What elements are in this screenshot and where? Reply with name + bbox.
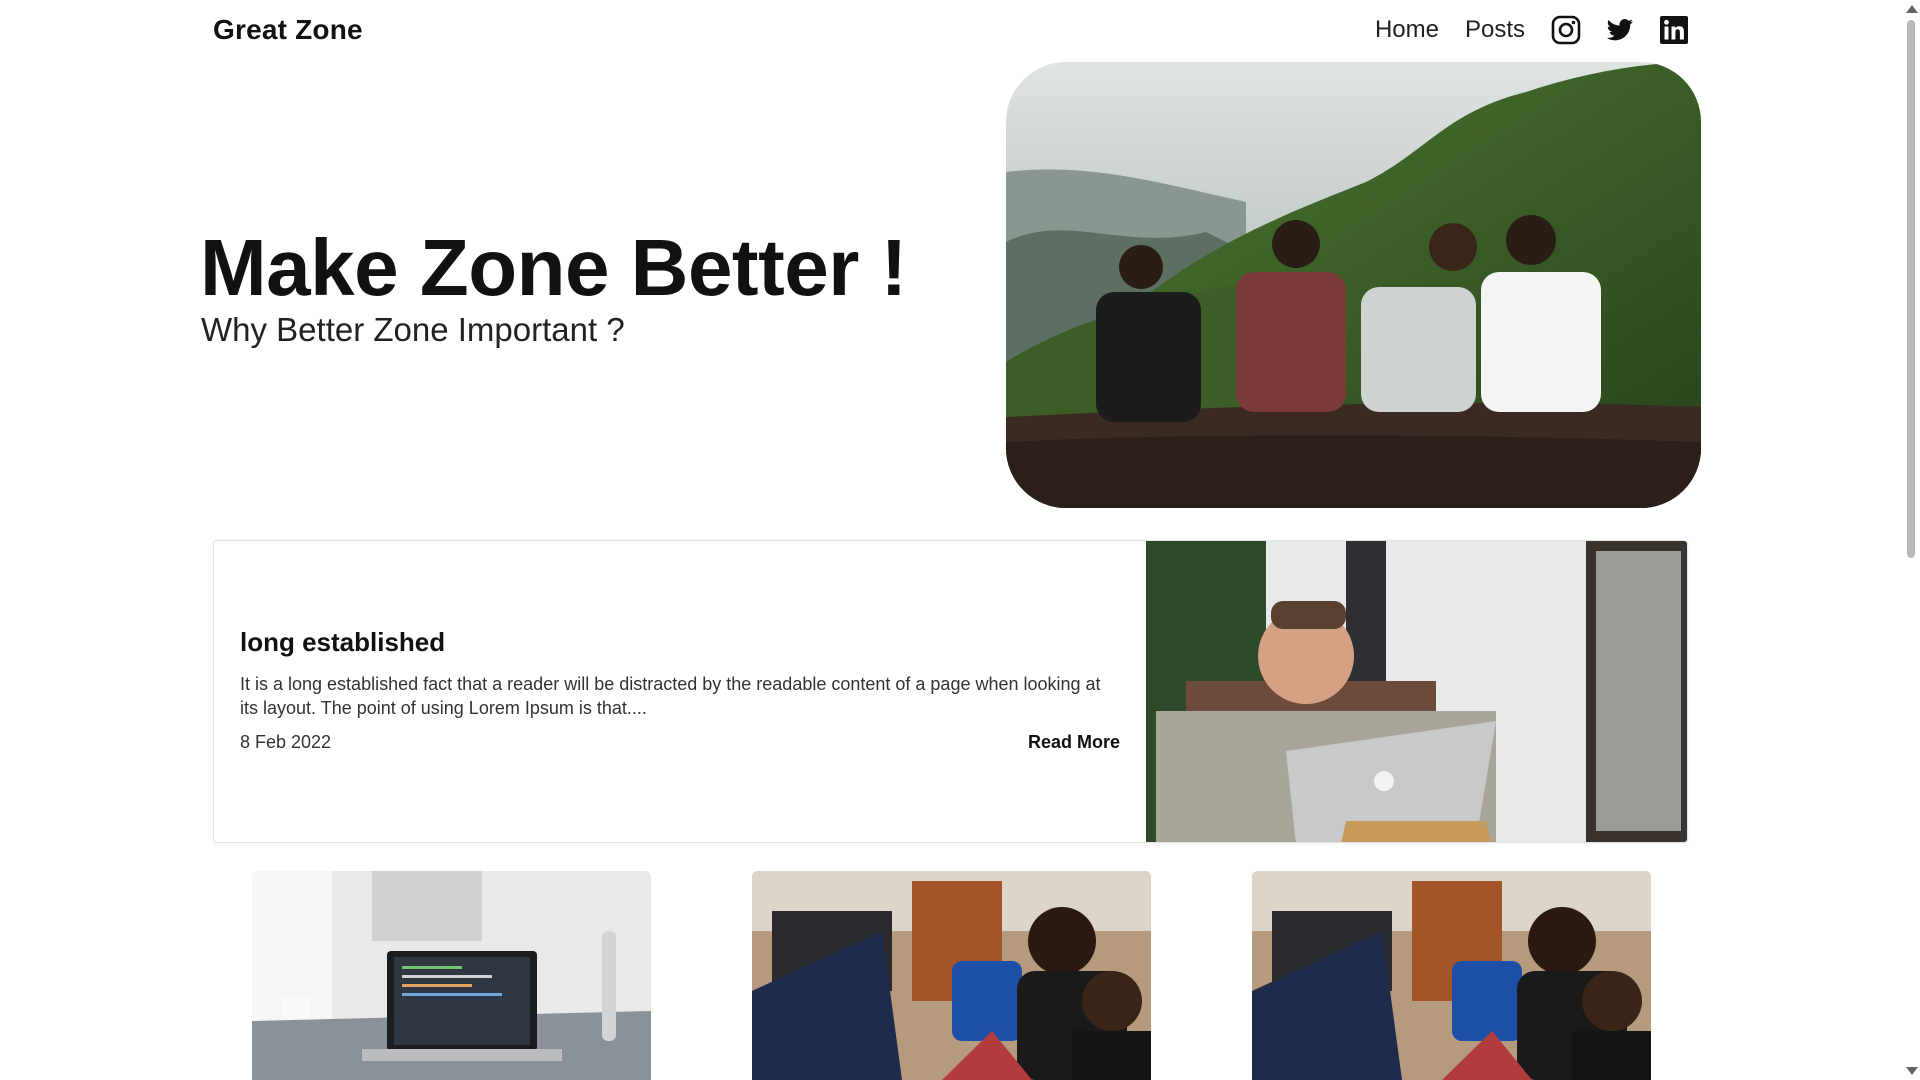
featured-post-image <box>1146 541 1687 842</box>
scrollbar-thumb[interactable] <box>1907 20 1915 558</box>
featured-post-card[interactable]: long established It is a long establishe… <box>213 540 1688 843</box>
post-card-image[interactable] <box>752 871 1151 1080</box>
nav-home-link[interactable]: Home <box>1375 10 1439 50</box>
brand-logo[interactable]: Great Zone <box>213 14 363 46</box>
featured-post-excerpt: It is a long established fact that a rea… <box>240 674 1101 718</box>
instagram-icon[interactable] <box>1551 15 1581 45</box>
hero-subtitle: Why Better Zone Important ? <box>201 311 625 348</box>
post-card-image[interactable] <box>252 871 651 1080</box>
featured-post-date: 8 Feb 2022 <box>240 732 332 752</box>
featured-post-title[interactable]: long established <box>240 627 1120 658</box>
scroll-up-arrow-icon[interactable] <box>1906 5 1918 13</box>
page-scrollbar[interactable] <box>1902 0 1920 1080</box>
post-card-image[interactable] <box>1252 871 1651 1080</box>
hero-image <box>1006 62 1701 508</box>
hero-title: Make Zone Better ! <box>200 223 907 312</box>
nav-posts-link[interactable]: Posts <box>1465 10 1525 50</box>
linkedin-icon[interactable] <box>1659 15 1689 45</box>
featured-post-body: long established It is a long establishe… <box>240 627 1120 753</box>
page: Great Zone Home Posts Make Zone Better !… <box>0 0 1902 1080</box>
scroll-down-arrow-icon[interactable] <box>1906 1067 1918 1075</box>
top-nav: Home Posts <box>1375 10 1689 50</box>
read-more-link[interactable]: Read More <box>1028 732 1120 753</box>
social-links <box>1551 15 1689 45</box>
twitter-icon[interactable] <box>1605 15 1635 45</box>
featured-post-meta: 8 Feb 2022 Read More <box>240 732 1120 753</box>
